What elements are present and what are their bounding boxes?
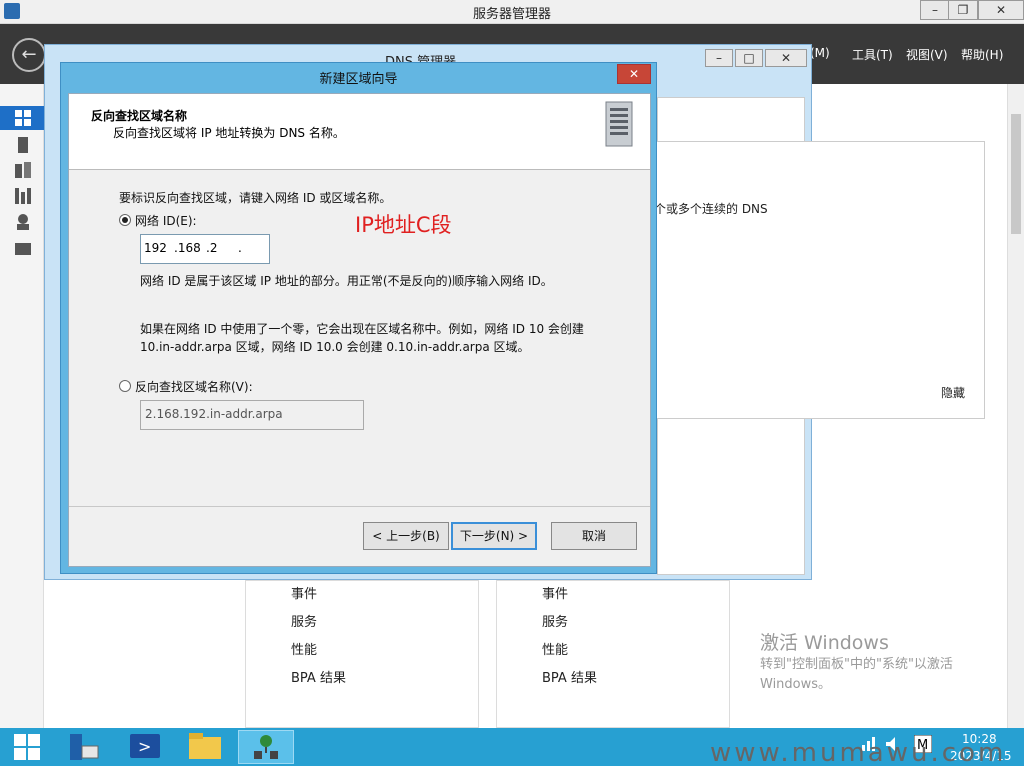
server-manager-title: 服务器管理器 xyxy=(472,7,551,22)
network-id-label: 网络 ID(E): xyxy=(135,214,197,228)
wizard-close-button[interactable]: ✕ xyxy=(617,64,651,84)
tile-services-link[interactable]: 服务 xyxy=(291,611,317,630)
menu-manage[interactable]: (M) xyxy=(810,46,830,60)
folder-icon xyxy=(189,733,221,759)
new-zone-wizard-dialog: 新建区域向导 ✕ 反向查找区域名称 反向查找区域将 IP 地址转换为 DNS 名… xyxy=(60,62,657,574)
taskbar-server-manager[interactable] xyxy=(58,730,114,764)
scrollbar-thumb[interactable] xyxy=(1011,114,1021,234)
tile-bpa-link[interactable]: BPA 结果 xyxy=(542,667,597,686)
tile-performance-link[interactable]: 性能 xyxy=(291,639,317,658)
all-servers-icon[interactable] xyxy=(15,162,31,178)
dns-close-button[interactable]: ✕ xyxy=(765,49,807,67)
role-tile-2: 事件 服务 性能 BPA 结果 xyxy=(496,580,730,728)
wizard-step-subtitle: 反向查找区域将 IP 地址转换为 DNS 名称。 xyxy=(113,126,345,140)
menu-help[interactable]: 帮助(H) xyxy=(961,46,1003,63)
role-tile-1: 事件 服务 性能 BPA 结果 xyxy=(245,580,479,728)
activation-line: Windows。 xyxy=(760,677,832,692)
site-watermark: www.mumawu.com xyxy=(710,738,1007,766)
restore-button[interactable]: ❐ xyxy=(948,0,978,20)
ip-octet-2[interactable]: .168 xyxy=(174,241,201,255)
dns-role-icon[interactable] xyxy=(15,214,31,230)
dns-network-icon xyxy=(254,735,278,759)
dns-panel-text: 个或多个连续的 DNS xyxy=(654,202,768,216)
menu-view[interactable]: 视图(V) xyxy=(906,46,948,63)
zone-name-label: 反向查找区域名称(V): xyxy=(135,380,253,394)
tile-events-link[interactable]: 事件 xyxy=(542,583,568,602)
wizard-title: 新建区域向导 xyxy=(319,72,398,87)
powershell-icon: > xyxy=(130,734,160,758)
minimize-button[interactable]: – xyxy=(920,0,950,20)
back-button[interactable]: < 上一步(B) xyxy=(363,522,449,550)
zone-name-value: 2.168.192.in-addr.arpa xyxy=(145,407,283,421)
dns-detail-panel: 个或多个连续的 DNS 隐藏 xyxy=(654,141,985,419)
tile-bpa-link[interactable]: BPA 结果 xyxy=(291,667,346,686)
zero-note-line: 如果在网络 ID 中使用了一个零，它会出现在区域名称中。例如，网络 ID 10 … xyxy=(140,322,584,336)
dns-maximize-button[interactable]: □ xyxy=(735,49,763,67)
activation-line: 转到"控制面板"中的"系统"以激活 xyxy=(760,657,953,672)
windows-logo-icon xyxy=(14,734,40,760)
dns-minimize-button[interactable]: – xyxy=(705,49,733,67)
taskbar-file-explorer[interactable] xyxy=(178,730,234,764)
windows-activation-notice: 激活 Windows 转到"控制面板"中的"系统"以激活 Windows。 xyxy=(760,628,953,695)
cancel-button[interactable]: 取消 xyxy=(551,522,637,550)
wizard-step-title: 反向查找区域名称 xyxy=(91,109,188,123)
file-services-icon[interactable] xyxy=(15,240,31,256)
activation-title: 激活 Windows xyxy=(760,632,889,654)
ad-ds-icon[interactable] xyxy=(15,188,31,204)
wizard-body: 反向查找区域名称 反向查找区域将 IP 地址转换为 DNS 名称。 要标识反向查… xyxy=(68,93,651,567)
tile-services-link[interactable]: 服务 xyxy=(542,611,568,630)
server-manager-scrollbar[interactable] xyxy=(1007,84,1024,728)
start-button[interactable] xyxy=(0,730,56,764)
hide-link[interactable]: 隐藏 xyxy=(941,384,965,401)
server-manager-nav xyxy=(0,84,44,728)
next-button[interactable]: 下一步(N) > xyxy=(451,522,537,550)
network-id-input[interactable]: 192 .168 .2 . xyxy=(140,234,270,264)
ip-octet-3[interactable]: .2 xyxy=(206,241,217,255)
red-annotation: IP地址C段 xyxy=(355,213,452,237)
ip-octet-4[interactable]: . xyxy=(238,241,242,255)
wizard-header: 反向查找区域名称 反向查找区域将 IP 地址转换为 DNS 名称。 xyxy=(69,94,650,170)
ip-octet-1[interactable]: 192 xyxy=(144,241,167,255)
zone-name-radio[interactable] xyxy=(119,380,131,392)
tile-events-link[interactable]: 事件 xyxy=(291,583,317,602)
network-id-note: 网络 ID 是属于该区域 IP 地址的部分。用正常(不是反向的)顺序输入网络 I… xyxy=(140,274,553,288)
zone-name-input[interactable]: 2.168.192.in-addr.arpa xyxy=(140,400,364,430)
server-tower-icon xyxy=(605,101,633,147)
svg-text:>: > xyxy=(138,737,151,756)
tile-performance-link[interactable]: 性能 xyxy=(542,639,568,658)
taskbar-dns-manager[interactable] xyxy=(238,730,294,764)
nav-dashboard[interactable] xyxy=(0,106,44,130)
wizard-separator xyxy=(69,506,650,507)
taskbar-powershell[interactable]: > xyxy=(118,730,174,764)
wizard-instruction: 要标识反向查找区域，请键入网络 ID 或区域名称。 xyxy=(119,191,392,205)
zero-note-line: 10.in-addr.arpa 区域，网络 ID 10.0 会创建 0.10.i… xyxy=(140,340,530,354)
dashboard-icon xyxy=(15,110,31,126)
server-manager-icon xyxy=(70,734,99,760)
menu-tools[interactable]: 工具(T) xyxy=(852,46,893,63)
network-id-radio[interactable] xyxy=(119,214,131,226)
close-button[interactable]: ✕ xyxy=(978,0,1024,20)
local-server-icon[interactable] xyxy=(15,137,31,153)
back-arrow-icon[interactable]: ← xyxy=(12,38,46,72)
server-manager-titlebar: 服务器管理器 – ❐ ✕ xyxy=(0,0,1024,24)
